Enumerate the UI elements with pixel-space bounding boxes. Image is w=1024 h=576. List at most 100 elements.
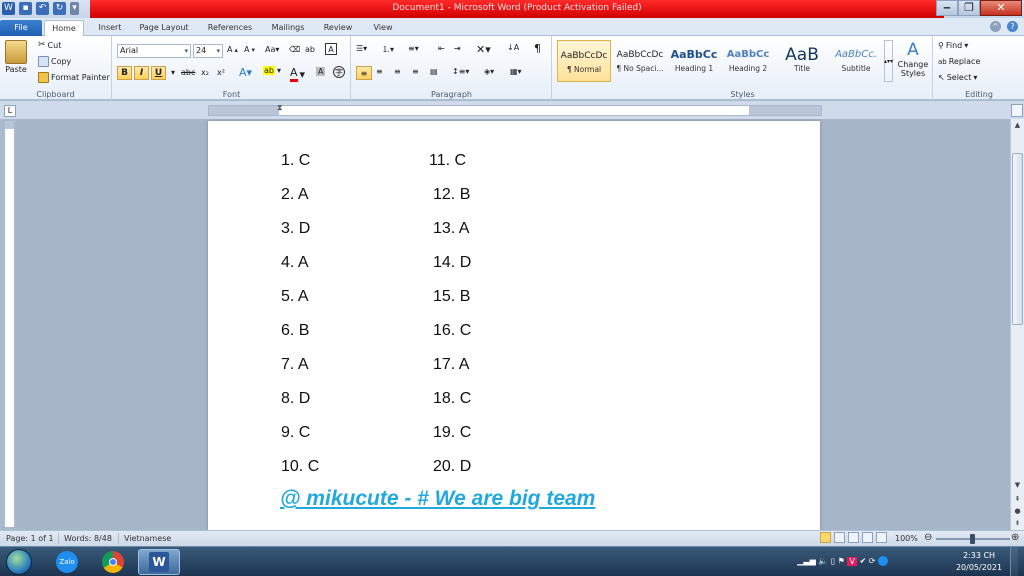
bold-button[interactable]: B — [117, 66, 132, 80]
underline-button[interactable]: U — [151, 66, 166, 80]
align-center-icon[interactable]: ≡ — [376, 67, 383, 76]
font-color-icon[interactable]: A ▾ — [290, 66, 305, 82]
style-subtitle[interactable]: AaBbCc. Subtitle — [829, 40, 883, 82]
borders-icon[interactable]: ▦▾ — [510, 67, 522, 76]
zoom-slider[interactable] — [936, 534, 1010, 544]
draft-view-icon[interactable] — [876, 532, 887, 543]
style-heading-2[interactable]: AaBbCc Heading 2 — [721, 40, 775, 82]
asian-layout-icon[interactable]: ✕▾ — [476, 43, 491, 56]
zalo-tray-icon[interactable] — [878, 556, 888, 566]
collapse-ribbon-icon[interactable]: ^ — [990, 21, 1001, 32]
network-icon[interactable]: ✔ — [860, 557, 867, 566]
justify-icon[interactable]: ≡ — [412, 67, 419, 76]
bullets-icon[interactable]: ☰▾ — [356, 44, 367, 53]
next-page-icon[interactable]: ⇟ — [1012, 517, 1023, 529]
character-shading-icon[interactable]: A — [316, 67, 326, 76]
align-right-icon[interactable]: ≡ — [394, 67, 401, 76]
restore-icon[interactable]: ❐ — [958, 0, 980, 16]
font-size-select[interactable]: 24 — [193, 44, 223, 58]
select-button[interactable]: ↖ Select ▾ — [938, 73, 977, 82]
subscript-icon[interactable]: x₂ — [201, 68, 209, 77]
copy-button[interactable]: Copy — [38, 56, 71, 67]
find-button[interactable]: ⚲ Find ▾ — [938, 41, 968, 50]
document-page[interactable]: 1. C 2. A 3. D 4. A 5. A 6. B 7. A 8. D … — [208, 121, 820, 530]
tab-view[interactable]: View — [366, 20, 400, 36]
styles-scroll[interactable]: ▴▾▾ — [884, 40, 893, 82]
enclose-characters-icon[interactable]: 字 — [333, 66, 345, 78]
page-count[interactable]: Page: 1 of 1 — [6, 534, 54, 543]
language-indicator[interactable]: Vietnamese — [124, 534, 171, 543]
print-layout-icon[interactable] — [820, 532, 831, 543]
tab-selector-icon[interactable]: L — [4, 105, 16, 117]
decrease-indent-icon[interactable]: ⇤ — [438, 44, 445, 53]
text-effects-icon[interactable]: A▾ — [239, 66, 252, 79]
distributed-icon[interactable]: ▤ — [430, 67, 438, 76]
zoom-slider-knob[interactable] — [970, 534, 975, 544]
horizontal-ruler[interactable]: ⧗ — [208, 103, 822, 116]
minimize-icon[interactable]: ‒ — [936, 0, 958, 16]
phonetic-guide-icon[interactable]: ab — [305, 45, 315, 54]
start-button[interactable] — [6, 549, 32, 575]
indent-marker-icon[interactable]: ⧗ — [277, 103, 283, 113]
volume-icon[interactable]: 🔈 — [818, 557, 828, 566]
style-normal[interactable]: AaBbCcDc ¶ Normal — [557, 40, 611, 82]
taskbar-chrome[interactable] — [92, 549, 134, 575]
underline-dropdown-icon[interactable]: ▾ — [171, 68, 175, 77]
previous-page-icon[interactable]: ⇞ — [1012, 493, 1023, 505]
tab-mailings[interactable]: Mailings — [266, 20, 310, 36]
word-app-icon[interactable]: W — [2, 2, 15, 15]
grow-font-icon[interactable]: A ▴ — [227, 45, 238, 54]
tab-page-layout[interactable]: Page Layout — [136, 20, 192, 36]
sync-icon[interactable]: ⟳ — [869, 557, 876, 566]
highlight-color-icon[interactable]: ab ▾ — [263, 66, 281, 75]
clear-formatting-icon[interactable]: ⌫ — [289, 45, 300, 54]
close-icon[interactable]: ✕ — [980, 0, 1022, 16]
save-icon[interactable]: ▪ — [19, 2, 32, 15]
taskbar-zalo[interactable]: Zalo — [46, 549, 88, 575]
increase-indent-icon[interactable]: ⇥ — [454, 44, 461, 53]
multilevel-list-icon[interactable]: ≡▾ — [408, 44, 419, 53]
undo-icon[interactable]: ↶ — [36, 2, 49, 15]
scroll-thumb[interactable] — [1012, 153, 1023, 325]
word-count[interactable]: Words: 8/48 — [64, 534, 112, 543]
paste-button[interactable]: Paste — [5, 40, 27, 74]
style-heading-1[interactable]: AaBbCc Heading 1 — [667, 40, 721, 82]
clock[interactable]: 2:33 CH 20/05/2021 — [954, 550, 1004, 574]
style-title[interactable]: AaB Title — [775, 40, 829, 82]
strikethrough-icon[interactable]: abc — [181, 68, 195, 77]
select-browse-object-icon[interactable]: ● — [1012, 505, 1023, 517]
taskbar-word[interactable]: W — [138, 549, 180, 575]
line-spacing-icon[interactable]: ↕≡▾ — [452, 67, 469, 76]
style-no-spacing[interactable]: AaBbCcDc ¶ No Spaci... — [613, 40, 667, 82]
align-left-icon[interactable]: ≡ — [356, 66, 372, 80]
numbering-icon[interactable]: ⒈▾ — [382, 44, 394, 55]
italic-button[interactable]: I — [134, 66, 149, 80]
help-icon[interactable]: ? — [1007, 21, 1018, 32]
show-desktop-button[interactable] — [1010, 547, 1018, 576]
replace-button[interactable]: ab Replace — [938, 57, 980, 66]
vivaldi-icon[interactable]: V — [847, 556, 857, 566]
tab-home[interactable]: Home — [44, 20, 84, 36]
change-styles-button[interactable]: A Change Styles — [896, 40, 930, 78]
tab-references[interactable]: References — [202, 20, 258, 36]
outline-view-icon[interactable] — [862, 532, 873, 543]
scroll-down-icon[interactable]: ▼ — [1012, 479, 1023, 491]
shrink-font-icon[interactable]: A ▾ — [244, 45, 255, 54]
action-center-icon[interactable]: ⚑ — [838, 557, 845, 566]
tab-review[interactable]: Review — [318, 20, 358, 36]
zoom-level[interactable]: 100% — [895, 534, 918, 543]
cut-button[interactable]: ✂ Cut — [38, 40, 61, 50]
tab-file[interactable]: File — [0, 20, 42, 36]
vertical-scrollbar[interactable]: ▲ ▼ ⇞ ● ⇟ — [1010, 119, 1024, 530]
notification-icon[interactable]: ▯ — [831, 557, 835, 566]
character-border-icon[interactable]: A — [325, 43, 337, 55]
web-layout-icon[interactable] — [848, 532, 859, 543]
sort-icon[interactable]: ↓A — [507, 43, 519, 52]
full-screen-reading-icon[interactable] — [834, 532, 845, 543]
superscript-icon[interactable]: x² — [217, 68, 225, 77]
format-painter-button[interactable]: Format Painter — [38, 72, 110, 83]
shading-icon[interactable]: ◈▾ — [484, 67, 494, 76]
customize-qat-icon[interactable]: ▾ — [70, 2, 79, 15]
show-formatting-marks-icon[interactable]: ¶ — [534, 42, 541, 55]
tab-insert[interactable]: Insert — [90, 20, 130, 36]
